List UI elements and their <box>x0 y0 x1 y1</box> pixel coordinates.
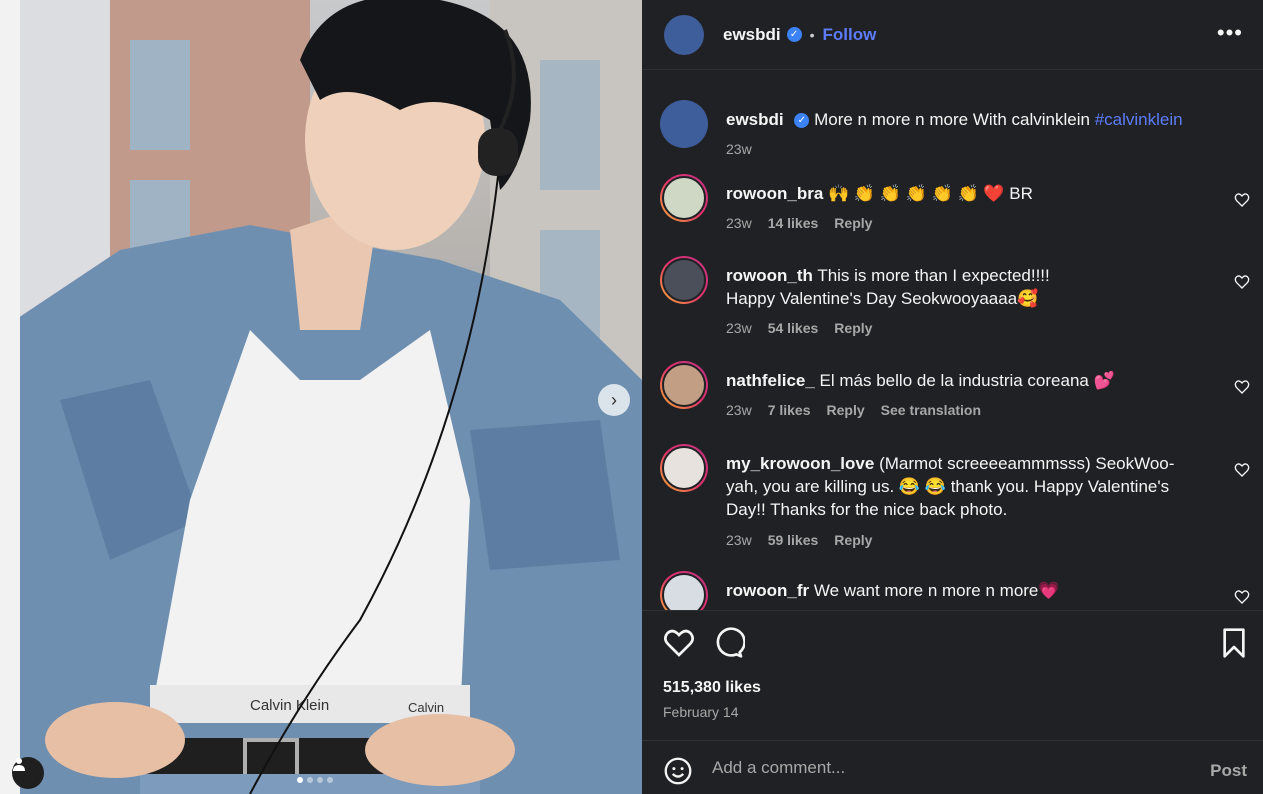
photo-illustration: Calvin Klein Calvin <box>0 0 642 794</box>
caption-username[interactable]: ewsbdi <box>726 110 784 129</box>
comment-time: 23w <box>726 532 752 548</box>
comment-likes[interactable]: 7 likes <box>768 399 811 422</box>
user-tag-icon <box>13 758 25 771</box>
caption-hashtag[interactable]: #calvinklein <box>1095 110 1183 129</box>
comment-input[interactable] <box>712 753 1172 783</box>
post-photo[interactable]: Calvin Klein Calvin › <box>0 0 642 794</box>
bookmark-icon[interactable] <box>1218 627 1250 659</box>
comment-text: We want more n more n more💗 <box>813 581 1060 600</box>
carousel-dot <box>317 777 323 783</box>
commenter-avatar[interactable] <box>660 256 708 304</box>
waistband-brand-text: Calvin Klein <box>250 697 329 714</box>
like-comment-heart-icon[interactable] <box>1234 274 1250 290</box>
commenter-avatar[interactable] <box>660 571 708 610</box>
waistband-brand-text-2: Calvin <box>408 700 444 715</box>
comment-username[interactable]: nathfelice_ <box>726 371 815 390</box>
author-avatar[interactable] <box>664 14 704 55</box>
post-date: February 14 <box>663 704 739 720</box>
comment-username[interactable]: my_krowoon_love <box>726 454 874 473</box>
like-comment-heart-icon[interactable] <box>1234 462 1250 478</box>
comment-likes[interactable]: 14 likes <box>768 212 819 235</box>
carousel-dots <box>297 777 333 783</box>
comment-time: 23w <box>726 402 752 418</box>
caption-text: More n more n more With calvinklein <box>814 110 1090 129</box>
comment-text: 🙌 👏 👏 👏 👏 👏 ❤️ BR <box>828 184 1033 203</box>
comment-text-line-2: Happy Valentine's Day Seokwooyaaaa🥰 <box>726 289 1039 308</box>
reply-button[interactable]: Reply <box>834 529 872 552</box>
commenter-avatar[interactable] <box>660 174 708 222</box>
comment-username[interactable]: rowoon_th <box>726 266 813 285</box>
reply-button[interactable]: Reply <box>827 399 865 422</box>
smiley-icon[interactable] <box>664 757 692 785</box>
post-comment-button[interactable]: Post <box>1210 761 1247 781</box>
carousel-dot <box>327 777 333 783</box>
comment-username[interactable]: rowoon_fr <box>726 581 809 600</box>
next-photo-button[interactable]: › <box>598 384 630 416</box>
comment-username[interactable]: rowoon_bra <box>726 184 823 203</box>
author-username[interactable]: ewsbdi <box>723 25 781 45</box>
carousel-dot <box>307 777 313 783</box>
heart-icon[interactable] <box>663 627 695 659</box>
carousel-dot <box>297 777 303 783</box>
commenter-avatar[interactable] <box>660 361 708 409</box>
see-translation-button[interactable]: See translation <box>881 399 981 422</box>
like-comment-heart-icon[interactable] <box>1234 192 1250 208</box>
like-comment-heart-icon[interactable] <box>1234 379 1250 395</box>
caption-time: 23w <box>726 141 752 157</box>
post-header: ewsbdi ✓ • Follow ••• <box>642 0 1263 70</box>
comment-likes[interactable]: 59 likes <box>768 529 819 552</box>
follow-button[interactable]: Follow <box>823 25 877 45</box>
reply-button[interactable]: Reply <box>834 212 872 235</box>
post-actions-bar <box>642 610 1263 680</box>
verified-badge-icon: ✓ <box>786 27 802 42</box>
more-options-icon[interactable]: ••• <box>1217 20 1243 46</box>
comment-time: 23w <box>726 320 752 336</box>
caption-avatar[interactable] <box>660 100 708 148</box>
comment-text: This is more than I expected!!!! <box>817 266 1050 285</box>
reply-button[interactable]: Reply <box>834 317 872 340</box>
post-likes-count[interactable]: 515,380 likes <box>663 679 761 697</box>
add-comment-bar: Post <box>642 740 1263 794</box>
like-comment-heart-icon[interactable] <box>1234 589 1250 605</box>
header-separator: • <box>809 26 815 43</box>
comments-list[interactable]: ewsbdi ✓ More n more n more With calvink… <box>642 70 1263 610</box>
comment-time: 23w <box>726 215 752 231</box>
comment-bubble-icon[interactable] <box>713 627 745 659</box>
comment-text: El más bello de la industria coreana 💕 <box>819 371 1115 390</box>
post-side-panel: ewsbdi ✓ • Follow ••• ewsbdi ✓ More n mo… <box>642 0 1263 794</box>
commenter-avatar[interactable] <box>660 444 708 492</box>
comment-likes[interactable]: 54 likes <box>768 317 819 340</box>
verified-badge-icon: ✓ <box>794 113 810 129</box>
tagged-users-button[interactable] <box>12 757 44 789</box>
